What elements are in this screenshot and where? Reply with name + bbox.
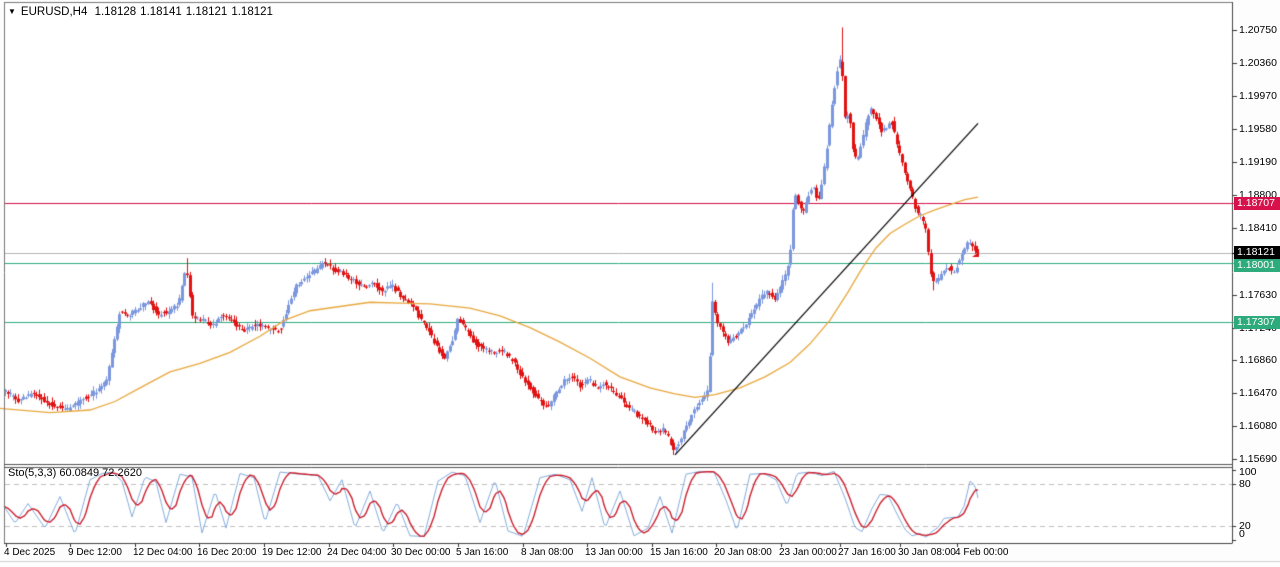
- quote-bar: ▼ EURUSD,H4 1.181281.18141 1.181211.18121: [8, 6, 277, 18]
- symbol-dropdown-icon: ▼: [8, 7, 16, 16]
- quote-low: 1.18121: [186, 6, 228, 18]
- trading-chart-window: economies.com FxNewsToday ▼EURUSD,H4 1.1…: [0, 0, 1280, 567]
- quote-close: 1.18121: [231, 6, 273, 18]
- symbol-period-label: EURUSD,H4: [21, 6, 87, 18]
- stochastic-indicator-label: Sto(5,3,3) 60.0849 72.2620: [8, 467, 142, 479]
- quote-open: 1.18128: [95, 6, 137, 18]
- quote-high: 1.18141: [140, 6, 182, 18]
- price-chart-canvas[interactable]: [0, 0, 1280, 567]
